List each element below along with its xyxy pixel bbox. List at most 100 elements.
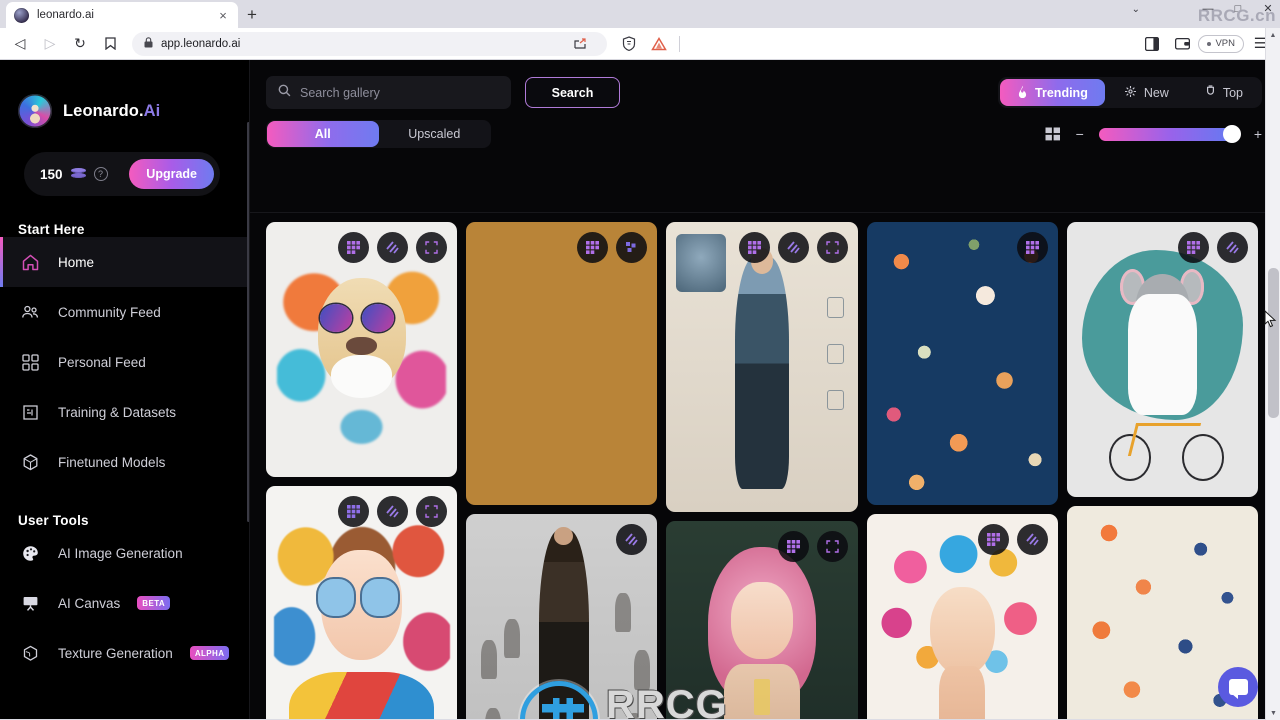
gallery-card-koala-riding-bicycle[interactable] [1066,222,1259,497]
expand-icon[interactable] [816,531,848,562]
credits-amount: 150 [40,166,63,182]
search-box[interactable] [266,76,511,109]
search-button[interactable]: Search [525,77,620,108]
grid-squares-icon [20,352,41,373]
variations-icon[interactable] [616,524,648,555]
remix-icon[interactable] [777,531,809,562]
texture-cube-icon [20,643,41,664]
brave-wallet-icon[interactable] [1168,31,1196,57]
sidebar-item-ai-canvas[interactable]: AI Canvas BETA [0,578,249,628]
back-button[interactable]: ◁ [6,31,34,57]
intercom-chat-icon[interactable] [1218,667,1258,707]
gallery-card-lion-sunglasses-watercolor[interactable] [266,222,458,477]
brave-leo-icon[interactable] [645,31,673,57]
badge-alpha: ALPHA [189,646,230,660]
forward-button[interactable]: ▷ [36,31,64,57]
sidebar-section-start-here: Start Here [18,222,85,237]
variations-icon[interactable] [377,232,409,263]
brand-logo-row[interactable]: Leonardo.Ai [0,60,249,128]
variations-icon[interactable] [1016,524,1048,555]
gallery-card-pink-haired-fantasy-portrait[interactable] [666,521,858,719]
bookmark-icon[interactable] [96,31,124,57]
grid-layout-icon[interactable] [1045,127,1061,141]
gallery-card-girl-blue-glasses-colorful-hoodie[interactable] [266,486,458,719]
flame-icon [1017,85,1028,101]
card-actions [738,232,848,263]
gallery-card-rainbow-hair-portrait[interactable] [866,514,1058,719]
sidebar-panel-icon[interactable] [1138,31,1166,57]
sidebar-section-user-tools: User Tools [18,513,89,528]
sparkle-icon [1124,85,1137,101]
sidebar-item-ai-image-generation[interactable]: AI Image Generation [0,528,249,578]
tab-label: Top [1222,85,1243,100]
sidebar-item-personal-feed[interactable]: Personal Feed [0,337,249,387]
help-circle-icon[interactable]: ? [93,167,108,181]
sidebar-item-home[interactable]: Home [0,237,249,287]
sidebar-item-community-feed[interactable]: Community Feed [0,287,249,337]
remix-icon[interactable] [338,496,370,527]
minimize-button[interactable]: — [1200,3,1216,15]
remix-icon[interactable] [1016,232,1048,263]
gallery-card-dark-blue-floral-pattern[interactable] [866,222,1058,505]
search-input[interactable] [300,85,499,100]
share-icon[interactable] [567,31,595,57]
chevron-down-icon[interactable]: ⌄ [1132,4,1140,15]
leonardo-avatar-icon [18,94,52,128]
expand-icon[interactable] [416,232,448,263]
remix-icon[interactable] [338,232,370,263]
remix-icon[interactable] [977,524,1009,555]
sidebar-item-finetuned-models[interactable]: Finetuned Models [0,437,249,487]
reload-button[interactable]: ↻ [66,31,94,57]
sidebar-item-training-datasets[interactable]: Training & Datasets [0,387,249,437]
tab-new[interactable]: New [1107,79,1186,106]
card-actions [1178,232,1249,263]
browser-tab[interactable]: leonardo.ai × [6,2,238,28]
tab-label: Trending [1035,85,1088,100]
artwork-image [466,222,658,505]
tab-trending[interactable]: Trending [1000,79,1105,106]
sidebar-item-texture-generation[interactable]: Texture Generation ALPHA [0,628,249,678]
gallery-card-dark-haired-warrior-character-sheet[interactable] [466,514,658,719]
zoom-in-button[interactable]: + [1254,126,1262,142]
expand-icon[interactable] [416,496,448,527]
lock-icon [144,36,153,51]
variations-icon[interactable] [377,496,409,527]
easel-icon [20,593,41,614]
leonardo-favicon-icon [14,7,29,23]
scroll-up-arrow-icon[interactable]: ▲ [1266,28,1280,42]
brand-name: Leonardo.Ai [63,102,160,121]
brand-name-suffix: Ai [143,101,161,120]
remix-icon[interactable] [577,232,609,263]
maximize-button[interactable]: □ [1230,3,1246,15]
new-tab-button[interactable]: + [238,2,266,28]
zoom-slider[interactable] [1098,125,1241,143]
gallery-toolbar: Search Trending New [250,60,1280,148]
remix-icon[interactable] [738,232,770,263]
filter-upscaled[interactable]: Upscaled [379,121,491,147]
scroll-down-arrow-icon[interactable]: ▼ [1266,706,1280,720]
scrollbar-thumb[interactable] [1268,268,1279,418]
variations-icon[interactable] [1217,232,1249,263]
tab-close-icon[interactable]: × [216,9,230,22]
vpn-status-button[interactable]: VPN [1198,34,1245,53]
zoom-out-button[interactable]: − [1076,126,1084,142]
filter-all[interactable]: All [267,121,379,147]
window-controls: — □ ✕ [1200,2,1276,16]
gallery-card-egyptian-hieroglyphs-gold[interactable] [466,222,658,505]
upgrade-button[interactable]: Upgrade [129,159,214,189]
remix-icon[interactable] [1178,232,1210,263]
page-scrollbar[interactable]: ▲ ▼ [1265,28,1280,720]
variations-icon[interactable] [777,232,809,263]
brave-shields-icon[interactable] [615,31,643,57]
gallery-card-blue-haired-warrior-character-sheet[interactable] [666,222,858,512]
brand-name-main: Leonardo. [63,101,144,120]
artwork-image [1066,222,1259,497]
close-window-button[interactable]: ✕ [1260,2,1276,15]
cube-icon [20,452,41,473]
variations-icon[interactable] [616,232,648,263]
zoom-slider-handle[interactable] [1222,125,1241,143]
address-bar[interactable]: app.leonardo.ai [132,31,607,57]
tab-top[interactable]: Top [1188,79,1260,106]
expand-icon[interactable] [816,232,848,263]
main-content: Search Trending New [250,60,1280,719]
